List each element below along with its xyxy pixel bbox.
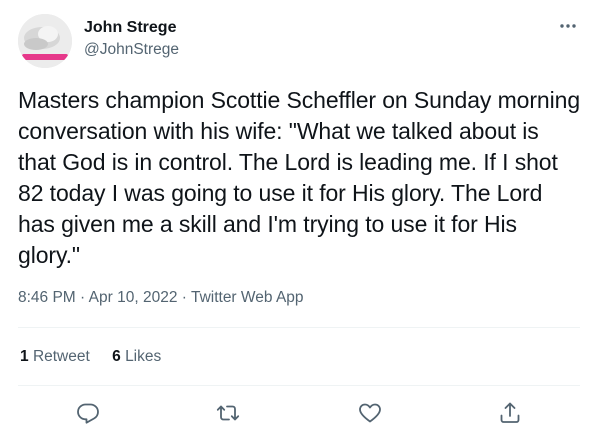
tweet-date[interactable]: Apr 10, 2022	[89, 289, 178, 306]
divider	[18, 327, 580, 328]
tweet-text: Masters champion Scottie Scheffler on Su…	[18, 87, 581, 268]
likes-count: 6	[112, 348, 121, 365]
retweets-label: Retweet	[32, 348, 90, 365]
tweet-stats: 1 Retweet 6 Likes	[20, 347, 179, 367]
tweet-metadata: 8:46 PM · Apr 10, 2022 · Twitter Web App	[18, 288, 304, 308]
tweet-actions	[18, 396, 580, 430]
tweet-header: John Strege @JohnStrege	[18, 14, 580, 70]
meta-separator: ·	[80, 289, 86, 306]
tweet-source[interactable]: Twitter Web App	[191, 289, 304, 306]
tweet-card: John Strege @JohnStrege Masters champion…	[0, 0, 598, 439]
more-dots-icon[interactable]	[558, 18, 578, 34]
retweets-stat[interactable]: 1 Retweet	[20, 347, 90, 367]
user-handle[interactable]: @JohnStrege	[84, 40, 179, 60]
meta-separator: ·	[181, 289, 187, 306]
retweets-count: 1	[20, 348, 29, 365]
tweet-time[interactable]: 8:46 PM	[18, 289, 76, 306]
divider	[18, 385, 580, 386]
avatar[interactable]	[18, 14, 72, 68]
likes-stat[interactable]: 6 Likes	[112, 347, 161, 367]
author-names: John Strege @JohnStrege	[84, 18, 179, 60]
display-name[interactable]: John Strege	[84, 18, 179, 38]
reply-icon[interactable]	[75, 400, 101, 426]
likes-label: Likes	[125, 348, 162, 365]
retweet-icon[interactable]	[215, 400, 241, 426]
share-icon[interactable]	[497, 400, 523, 426]
heart-icon[interactable]	[357, 400, 383, 426]
